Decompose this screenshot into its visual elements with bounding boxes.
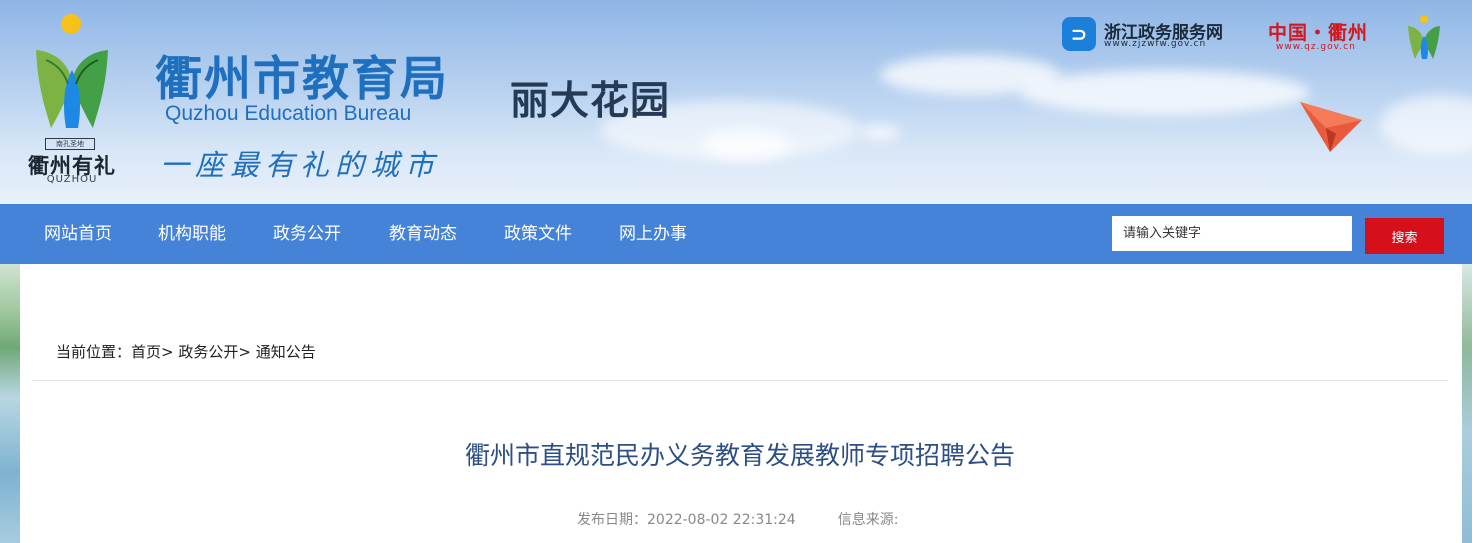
site-subtitle: Quzhou Education Bureau	[165, 102, 412, 125]
nav-item-gov-affairs[interactable]: 政务公开	[273, 204, 341, 264]
background-scenery-right	[1462, 264, 1472, 543]
nav-item-online-services[interactable]: 网上办事	[619, 204, 687, 264]
search-input[interactable]	[1112, 216, 1352, 251]
divider	[32, 380, 1448, 381]
nav-item-policies[interactable]: 政策文件	[504, 204, 572, 264]
publish-date-label: 发布日期：	[577, 512, 647, 528]
article-title: 衢州市直规范民办义务教育发展教师专项招聘公告	[464, 441, 1015, 470]
zjzwfw-url: www.zjzwfw.gov.cn	[1104, 39, 1207, 49]
cloud-decoration	[1380, 95, 1472, 155]
content-panel: 当前位置：首页> 政务公开> 通知公告 衢州市直规范民办义务教育发展教师专项招聘…	[20, 264, 1462, 543]
breadcrumb-separator: >	[161, 343, 174, 361]
paper-plane-icon	[1300, 102, 1362, 152]
source-label: 信息来源:	[837, 512, 899, 528]
logo-name-en: QUZHOU	[46, 174, 98, 185]
city-slogan: 一座最有礼的城市	[160, 148, 441, 182]
nav-item-education-news[interactable]: 教育动态	[389, 204, 457, 264]
background-scenery-left	[0, 264, 20, 543]
sun-icon	[61, 14, 81, 34]
quzhou-gov-name: 中国・衢州	[1268, 22, 1369, 44]
zjzwfw-logo-icon: ⊃	[1062, 17, 1096, 51]
article-meta: 发布日期：2022-08-02 22:31:24 信息来源:	[577, 509, 898, 529]
main-nav: 网站首页 机构职能 政务公开 教育动态 政策文件 网上办事 搜索	[0, 204, 1472, 264]
breadcrumb-item-notices[interactable]: 通知公告	[256, 343, 316, 361]
breadcrumb-separator: >	[238, 343, 251, 361]
breadcrumb-item-home[interactable]: 首页	[131, 343, 161, 361]
site-title[interactable]: 衢州市教育局	[155, 40, 449, 109]
cloud-decoration	[700, 130, 790, 160]
mini-emblem-icon[interactable]	[1405, 14, 1443, 60]
zjzwfw-link[interactable]: ⊃ 浙江政务服务网 www.zjzwfw.gov.cn	[1062, 15, 1242, 53]
city-logo[interactable]: 南孔圣地 衢州有礼 QUZHOU	[20, 14, 130, 186]
cloud-decoration	[1020, 70, 1310, 115]
quzhou-gov-link[interactable]: 中国・衢州 www.qz.gov.cn	[1268, 15, 1388, 53]
nav-item-home[interactable]: 网站首页	[44, 204, 112, 264]
nav-item-functions[interactable]: 机构职能	[158, 204, 226, 264]
breadcrumb-item-gov-affairs[interactable]: 政务公开	[178, 343, 238, 361]
search-button[interactable]: 搜索	[1365, 218, 1444, 254]
publish-date-value: 2022-08-02 22:31:24	[647, 512, 796, 528]
cloud-decoration	[860, 125, 900, 140]
quzhou-gov-url: www.qz.gov.cn	[1276, 42, 1356, 52]
logo-stamp: 南孔圣地	[45, 138, 95, 150]
breadcrumb-prefix: 当前位置：	[56, 343, 132, 361]
banner-phrase: 丽大花园	[510, 78, 671, 124]
header-banner: 南孔圣地 衢州有礼 QUZHOU 衢州市教育局 Quzhou Education…	[0, 0, 1472, 204]
breadcrumb: 当前位置：首页> 政务公开> 通知公告	[56, 341, 316, 362]
hands-emblem-icon	[36, 50, 108, 128]
